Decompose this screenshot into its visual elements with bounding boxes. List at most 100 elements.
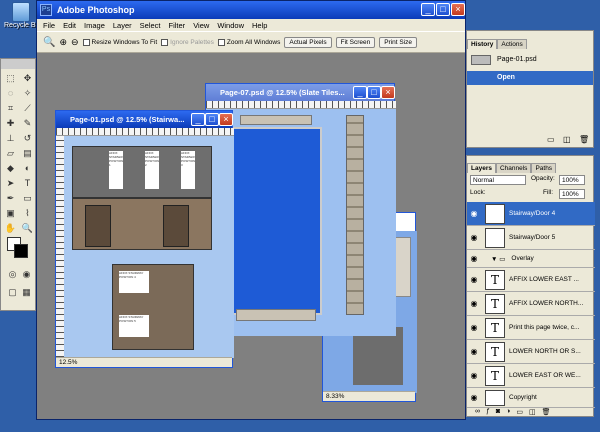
type-tool-icon[interactable]: T — [20, 176, 35, 190]
history-snapshot-icon[interactable]: ◫ — [563, 135, 571, 144]
eye-icon[interactable]: ◉ — [467, 254, 481, 263]
tab-actions[interactable]: Actions — [497, 39, 527, 49]
toolbox-header[interactable] — [1, 59, 35, 69]
full-screen-mode-icon[interactable]: ▦ — [19, 285, 34, 299]
menu-file[interactable]: File — [43, 21, 55, 30]
shape-tool-icon[interactable]: ▭ — [20, 191, 35, 205]
layer-row[interactable]: ◉ T LOWER NORTH OR S... — [467, 340, 595, 364]
zoom-all-windows-checkbox[interactable]: Zoom All Windows — [217, 38, 280, 46]
page01-vertical-ruler[interactable] — [56, 136, 64, 358]
zoom-out-icon[interactable]: ⊖ — [71, 37, 79, 48]
zoom-in-icon[interactable]: ⊕ — [59, 37, 67, 48]
quick-mask-icon[interactable]: ◎ — [5, 267, 20, 281]
eye-icon[interactable]: ◉ — [467, 209, 481, 218]
eye-icon[interactable]: ◉ — [467, 299, 481, 308]
print-size-button[interactable]: Print Size — [379, 36, 418, 48]
history-brush-icon[interactable]: ↺ — [20, 131, 35, 145]
history-new-doc-icon[interactable]: ▭ — [547, 135, 555, 144]
page07-horizontal-ruler[interactable] — [206, 101, 396, 109]
layer-row[interactable]: ◉ Stairway/Door 4 — [467, 202, 595, 226]
document-window-page01[interactable]: Page-01.psd @ 12.5% (Stairwa... _ □ × AF… — [55, 110, 234, 368]
new-layer-icon[interactable]: ◫ — [529, 408, 536, 418]
page01-canvas[interactable]: AFFIX STAIRWAY POSITION 1 AFFIX STAIRWAY… — [64, 136, 234, 358]
page07-minimize-button[interactable]: _ — [353, 86, 367, 99]
gradient-tool-icon[interactable]: ▤ — [20, 146, 35, 160]
screen-mode-icon[interactable]: ▢ — [5, 285, 20, 299]
history-snapshot[interactable]: Page-01.psd — [467, 53, 593, 67]
menu-filter[interactable]: Filter — [169, 21, 186, 30]
page01-horizontal-ruler[interactable] — [56, 128, 234, 136]
zoom-tool-icon[interactable]: 🔍 — [20, 221, 35, 235]
recycle-bin-shortcut[interactable]: Recycle Bin — [4, 2, 41, 36]
back-zoom-level[interactable]: 8.33% — [326, 393, 344, 400]
blend-mode-select[interactable]: Normal — [470, 175, 526, 185]
delete-layer-icon[interactable]: 🗑 — [542, 408, 551, 418]
eye-icon[interactable]: ◉ — [467, 233, 481, 242]
eye-icon[interactable]: ◉ — [467, 371, 481, 380]
menu-edit[interactable]: Edit — [63, 21, 76, 30]
layer-style-icon[interactable]: ƒ — [486, 408, 490, 418]
layer-row[interactable]: ◉ Stairway/Door 5 — [467, 226, 595, 250]
ignore-palettes-checkbox[interactable]: Ignore Palettes — [161, 38, 214, 46]
page07-canvas[interactable] — [206, 109, 396, 336]
crop-tool-icon[interactable]: ⌗ — [3, 101, 18, 115]
menu-image[interactable]: Image — [84, 21, 105, 30]
move-tool-icon[interactable]: ✥ — [20, 71, 35, 85]
maximize-button[interactable]: □ — [436, 3, 450, 16]
resize-windows-checkbox[interactable]: Resize Windows To Fit — [82, 38, 157, 46]
page07-close-button[interactable]: × — [381, 86, 395, 99]
history-state-open[interactable]: Open — [467, 71, 593, 85]
magic-wand-tool-icon[interactable]: ✧ — [20, 86, 35, 100]
menu-layer[interactable]: Layer — [113, 21, 132, 30]
page01-maximize-button[interactable]: □ — [205, 113, 219, 126]
layer-row[interactable]: ◉ T LOWER EAST OR WE... — [467, 364, 595, 388]
actual-pixels-button[interactable]: Actual Pixels — [284, 36, 332, 48]
tab-channels[interactable]: Channels — [495, 163, 532, 173]
blur-tool-icon[interactable]: ◆ — [3, 161, 18, 175]
dodge-tool-icon[interactable]: ◐ — [20, 161, 35, 175]
notes-tool-icon[interactable]: ▣ — [3, 206, 18, 220]
link-icon[interactable]: ∞ — [475, 408, 480, 418]
hand-tool-icon[interactable]: ✋ — [3, 221, 18, 235]
tab-history[interactable]: History — [467, 39, 498, 49]
close-button[interactable]: × — [451, 3, 465, 16]
healing-brush-icon[interactable]: ✚ — [3, 116, 18, 130]
page07-maximize-button[interactable]: □ — [367, 86, 381, 99]
minimize-button[interactable]: _ — [421, 3, 435, 16]
photoshop-titlebar[interactable]: Adobe Photoshop — [37, 1, 465, 19]
tab-layers[interactable]: Layers — [467, 163, 496, 173]
marquee-tool-icon[interactable]: ⬚ — [3, 71, 18, 85]
menu-window[interactable]: Window — [217, 21, 244, 30]
eye-icon[interactable]: ◉ — [467, 275, 481, 284]
foreground-color-swatch[interactable] — [14, 244, 28, 258]
page01-minimize-button[interactable]: _ — [191, 113, 205, 126]
eye-icon[interactable]: ◉ — [467, 347, 481, 356]
menu-help[interactable]: Help — [252, 21, 267, 30]
layer-group-row[interactable]: ◉ ▼ ▭ Overlay — [467, 250, 595, 268]
fit-screen-button[interactable]: Fit Screen — [335, 36, 376, 48]
eye-icon[interactable]: ◉ — [467, 393, 481, 402]
lasso-tool-icon[interactable]: ◌ — [3, 86, 18, 100]
page01-zoom-level[interactable]: 12.5% — [59, 359, 77, 366]
eyedropper-icon[interactable]: ⌇ — [20, 206, 35, 220]
fill-input[interactable]: 100% — [559, 189, 585, 199]
zoom-tool-preset-icon[interactable]: 🔍 — [43, 37, 55, 48]
opacity-input[interactable]: 100% — [559, 175, 585, 185]
layer-row[interactable]: ◉ T AFFIX LOWER EAST ... — [467, 268, 595, 292]
pen-tool-icon[interactable]: ✒ — [3, 191, 18, 205]
new-group-icon[interactable]: ▭ — [516, 408, 523, 418]
menu-view[interactable]: View — [193, 21, 209, 30]
adjustment-icon[interactable]: ◑ — [506, 408, 510, 418]
mask-icon[interactable]: ◙ — [496, 408, 500, 418]
eraser-tool-icon[interactable]: ▱ — [3, 146, 18, 160]
history-trash-icon[interactable]: 🗑 — [579, 135, 589, 144]
layer-row[interactable]: ◉ T AFFIX LOWER NORTH... — [467, 292, 595, 316]
brush-tool-icon[interactable]: ✎ — [20, 116, 35, 130]
page01-close-button[interactable]: × — [219, 113, 233, 126]
tab-paths[interactable]: Paths — [531, 163, 557, 173]
slice-tool-icon[interactable]: ⟋ — [20, 101, 35, 115]
menu-select[interactable]: Select — [140, 21, 161, 30]
layer-row[interactable]: ◉ T Print this page twice, c... — [467, 316, 595, 340]
clone-stamp-icon[interactable]: ⊥ — [3, 131, 18, 145]
layer-row[interactable]: ◉ Copyright — [467, 388, 595, 408]
